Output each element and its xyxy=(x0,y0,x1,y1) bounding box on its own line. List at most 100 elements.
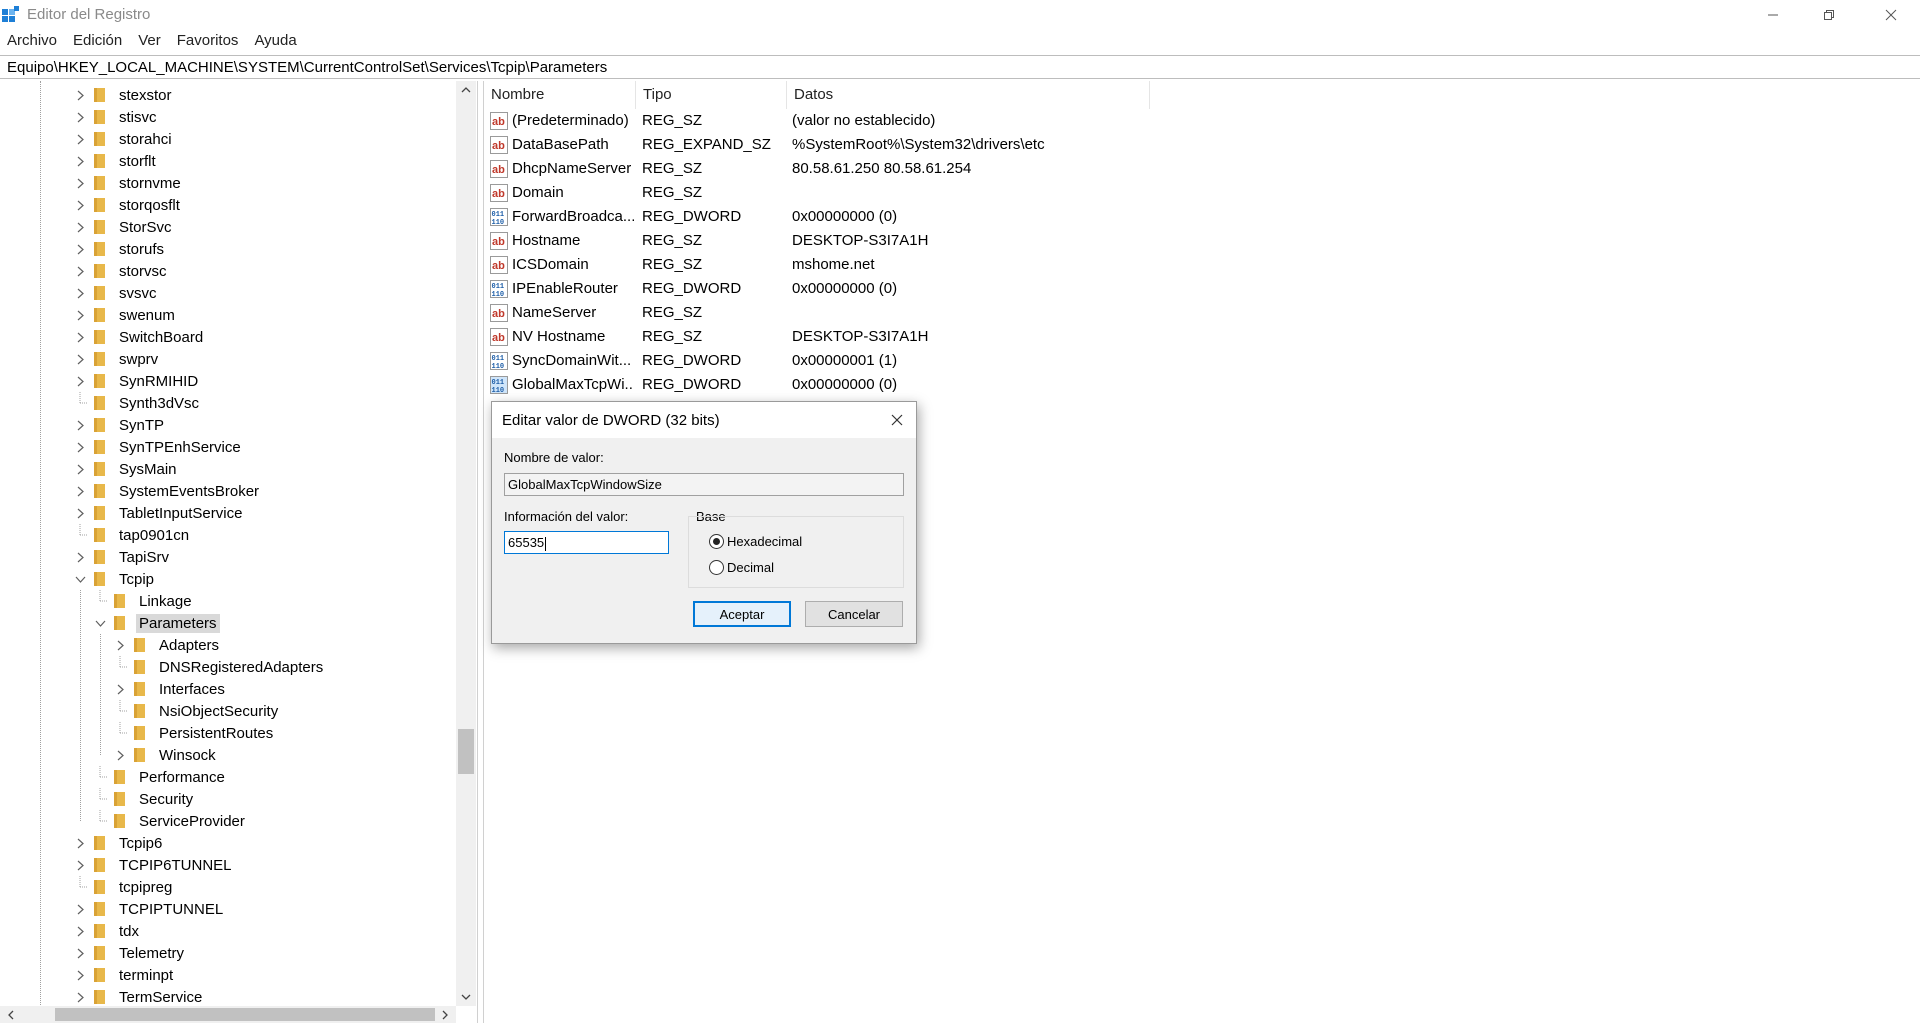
chevron-right-icon[interactable] xyxy=(72,480,88,502)
tree-item[interactable]: storahci xyxy=(72,128,175,150)
value-row[interactable]: ab ICSDomain REG_SZ mshome.net xyxy=(484,253,1484,277)
tree-item[interactable]: ServiceProvider xyxy=(92,810,248,832)
chevron-right-icon[interactable] xyxy=(72,238,88,260)
chevron-right-icon[interactable] xyxy=(72,964,88,986)
tree-item[interactable]: Tcpip xyxy=(72,568,157,590)
tree-item[interactable]: Interfaces xyxy=(112,678,228,700)
scroll-down-icon[interactable] xyxy=(456,988,476,1006)
tree-item[interactable]: PersistentRoutes xyxy=(112,722,276,744)
pane-splitter[interactable] xyxy=(477,81,484,1023)
column-header-datos[interactable]: Datos xyxy=(787,81,1150,109)
value-row[interactable]: 011 110 GlobalMaxTcpWi... REG_DWORD 0x000000… xyxy=(484,373,1484,397)
tree-item[interactable]: TermService xyxy=(72,986,205,1008)
chevron-right-icon[interactable] xyxy=(72,260,88,282)
radio-unchecked-icon[interactable] xyxy=(709,560,724,575)
tree-item[interactable]: TapiSrv xyxy=(72,546,172,568)
value-row[interactable]: ab (Predeterminado) REG_SZ (valor no establ… xyxy=(484,109,1484,133)
tree-horizontal-scrollbar[interactable] xyxy=(0,1006,456,1023)
chevron-down-icon[interactable] xyxy=(72,568,88,590)
radio-hexadecimal[interactable]: Hexadecimal xyxy=(709,534,802,549)
tree-item[interactable]: stornvme xyxy=(72,172,184,194)
chevron-right-icon[interactable] xyxy=(72,348,88,370)
menu-favoritos[interactable]: Favoritos xyxy=(169,30,247,52)
tree-item[interactable]: SysMain xyxy=(72,458,180,480)
chevron-right-icon[interactable] xyxy=(72,216,88,238)
chevron-right-icon[interactable] xyxy=(72,942,88,964)
tree-item[interactable]: terminpt xyxy=(72,964,176,986)
chevron-right-icon[interactable] xyxy=(112,634,128,656)
scroll-left-icon[interactable] xyxy=(2,1006,20,1023)
value-row[interactable]: ab DhcpNameServer REG_SZ 80.58.61.250 80.58… xyxy=(484,157,1484,181)
chevron-right-icon[interactable] xyxy=(72,128,88,150)
maximize-button[interactable] xyxy=(1800,0,1858,30)
chevron-right-icon[interactable] xyxy=(112,744,128,766)
address-bar[interactable]: Equipo\HKEY_LOCAL_MACHINE\SYSTEM\Current… xyxy=(0,55,1920,79)
tree-item[interactable]: SystemEventsBroker xyxy=(72,480,262,502)
chevron-right-icon[interactable] xyxy=(72,436,88,458)
tree-item[interactable]: tap0901cn xyxy=(72,524,192,546)
tree-item[interactable]: Synth3dVsc xyxy=(72,392,202,414)
value-row[interactable]: ab NameServer REG_SZ xyxy=(484,301,1484,325)
chevron-right-icon[interactable] xyxy=(72,150,88,172)
tree-item[interactable]: swenum xyxy=(72,304,178,326)
column-header-tipo[interactable]: Tipo xyxy=(636,81,787,109)
tree-vertical-scrollbar[interactable] xyxy=(456,81,476,1006)
chevron-right-icon[interactable] xyxy=(72,458,88,480)
chevron-right-icon[interactable] xyxy=(72,194,88,216)
chevron-right-icon[interactable] xyxy=(72,304,88,326)
value-row[interactable]: ab NV Hostname REG_SZ DESKTOP-S3I7A1H xyxy=(484,325,1484,349)
menu-ver[interactable]: Ver xyxy=(130,30,169,52)
chevron-right-icon[interactable] xyxy=(72,854,88,876)
radio-decimal[interactable]: Decimal xyxy=(709,560,774,575)
chevron-right-icon[interactable] xyxy=(72,986,88,1008)
scroll-thumb-horizontal[interactable] xyxy=(55,1008,435,1021)
value-row[interactable]: ab Domain REG_SZ xyxy=(484,181,1484,205)
chevron-right-icon[interactable] xyxy=(72,282,88,304)
chevron-right-icon[interactable] xyxy=(72,84,88,106)
dialog-close-button[interactable] xyxy=(884,409,910,431)
scroll-thumb[interactable] xyxy=(458,729,474,774)
scroll-right-icon[interactable] xyxy=(436,1006,454,1023)
tree-item[interactable]: storufs xyxy=(72,238,167,260)
value-data-input[interactable]: 65535 xyxy=(504,531,669,554)
tree-item[interactable]: TCPIPTUNNEL xyxy=(72,898,226,920)
tree-item[interactable]: Linkage xyxy=(92,590,195,612)
tree-item[interactable]: storqosflt xyxy=(72,194,183,216)
tree-item[interactable]: Tcpip6 xyxy=(72,832,165,854)
tree-item[interactable]: swprv xyxy=(72,348,161,370)
chevron-right-icon[interactable] xyxy=(112,678,128,700)
menu-archivo[interactable]: Archivo xyxy=(0,30,65,52)
value-row[interactable]: 011 110 IPEnableRouter REG_DWORD 0x00000000 … xyxy=(484,277,1484,301)
tree-item[interactable]: Telemetry xyxy=(72,942,187,964)
chevron-right-icon[interactable] xyxy=(72,370,88,392)
tree-item[interactable]: Winsock xyxy=(112,744,219,766)
column-header-nombre[interactable]: Nombre xyxy=(484,81,636,109)
tree-item[interactable]: SynRMIHID xyxy=(72,370,201,392)
chevron-right-icon[interactable] xyxy=(72,414,88,436)
value-row[interactable]: 011 110 SyncDomainWit... REG_DWORD 0x0000000… xyxy=(484,349,1484,373)
tree-item[interactable]: stexstor xyxy=(72,84,175,106)
chevron-right-icon[interactable] xyxy=(72,172,88,194)
tree-item[interactable]: Adapters xyxy=(112,634,222,656)
tree-item[interactable]: NsiObjectSecurity xyxy=(112,700,281,722)
value-row[interactable]: 011 110 ForwardBroadca... REG_DWORD 0x000000… xyxy=(484,205,1484,229)
tree-item[interactable]: storvsc xyxy=(72,260,170,282)
tree-item[interactable]: TabletInputService xyxy=(72,502,245,524)
ok-button[interactable]: Aceptar xyxy=(693,601,791,627)
chevron-right-icon[interactable] xyxy=(72,502,88,524)
close-button[interactable] xyxy=(1862,0,1920,30)
tree-item[interactable]: Performance xyxy=(92,766,228,788)
tree-item[interactable]: Parameters xyxy=(92,612,220,634)
tree-item[interactable]: SwitchBoard xyxy=(72,326,206,348)
tree-item[interactable]: SynTPEnhService xyxy=(72,436,244,458)
chevron-right-icon[interactable] xyxy=(72,832,88,854)
tree-item[interactable]: svsvc xyxy=(72,282,160,304)
tree-item[interactable]: tcpipreg xyxy=(72,876,175,898)
radio-checked-icon[interactable] xyxy=(709,534,724,549)
tree-item[interactable]: SynTP xyxy=(72,414,167,436)
chevron-right-icon[interactable] xyxy=(72,898,88,920)
cancel-button[interactable]: Cancelar xyxy=(805,601,903,627)
tree-item[interactable]: stisvc xyxy=(72,106,160,128)
tree-item[interactable]: TCPIP6TUNNEL xyxy=(72,854,235,876)
minimize-button[interactable] xyxy=(1744,0,1802,30)
